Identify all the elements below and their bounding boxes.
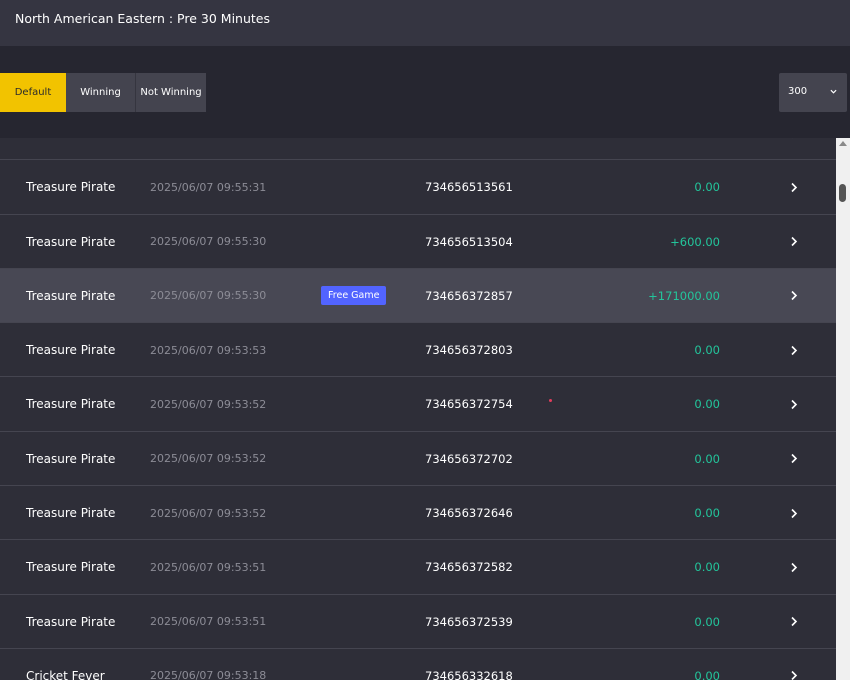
bet-time: 2025/06/07 09:53:52 — [150, 397, 267, 411]
chevron-right-glyph — [791, 454, 798, 464]
table-row[interactable]: Treasure Pirate 2025/06/07 09:53:52 734656… — [0, 377, 836, 432]
chevron-right-glyph — [791, 399, 798, 410]
bet-time: 2025/06/07 09:55:30 — [150, 235, 267, 249]
table-row[interactable]: Treasure Pirate 2025/06/07 09:55:31 734656… — [0, 160, 836, 215]
bet-time: 2025/06/07 09:53:51 — [150, 615, 267, 629]
chevron-right-icon[interactable] — [788, 215, 800, 269]
win-amount: 0.00 — [694, 397, 720, 412]
table-row[interactable]: Treasure Pirate 2025/06/07 09:53:53 734656… — [0, 323, 836, 378]
table-row[interactable]: Treasure Pirate 2025/06/07 09:53:51 734656… — [0, 540, 836, 595]
win-amount: 0.00 — [694, 180, 720, 195]
bet-time: 2025/06/07 09:55:30 — [150, 289, 267, 303]
free-game-badge-cell: Free Game — [321, 269, 387, 323]
game-name: Treasure Pirate — [26, 138, 115, 160]
chevron-right-icon[interactable] — [788, 595, 800, 649]
game-name: Treasure Pirate — [26, 397, 116, 412]
game-name: Treasure Pirate — [26, 451, 116, 466]
win-amount: 0.00 — [694, 668, 720, 680]
win-amount: 0.00 — [694, 560, 720, 575]
chevron-right-icon[interactable] — [788, 486, 800, 540]
bet-id: 734656372754 — [425, 397, 513, 412]
bet-id: 734656372702 — [425, 451, 513, 466]
chevron-right-icon[interactable] — [788, 269, 800, 323]
bet-id: 734656513504 — [425, 234, 513, 249]
win-amount: 0.00 — [694, 614, 720, 629]
bet-id: 734656372803 — [425, 343, 513, 358]
red-dot-marker — [549, 399, 552, 402]
page-title: North American Eastern : Pre 30 Minutes — [15, 11, 270, 26]
game-name: Treasure Pirate — [26, 180, 116, 195]
bet-time: 2025/06/07 09:53:52 — [150, 506, 267, 520]
bet-time: 2025/06/07 09:53:52 — [150, 452, 267, 466]
win-amount: 0.00 — [694, 451, 720, 466]
bet-id: 734656372539 — [425, 614, 513, 629]
game-name: Treasure Pirate — [26, 506, 116, 521]
chevron-right-icon[interactable] — [788, 649, 800, 680]
chevron-right-glyph — [791, 617, 798, 627]
game-name: Treasure Pirate — [26, 234, 116, 249]
chevron-right-icon[interactable] — [788, 323, 800, 377]
chevron-right-glyph — [791, 562, 798, 572]
page-size-select[interactable]: 300 — [779, 73, 847, 112]
win-amount: 0.00 — [694, 343, 720, 358]
table-row[interactable]: Treasure Pirate 2025/06/07 09:55:30 Free G… — [0, 268, 836, 324]
bet-time: 2025/06/07 09:53:18 — [150, 669, 267, 680]
table-row[interactable]: Treasure Pirate 2025/06/07 09:53:51 734656… — [0, 594, 836, 649]
bet-time: 2025/06/07 09:55:31 — [150, 138, 266, 160]
bet-history-list: Treasure Pirate 2025/06/07 09:55:31 734656… — [0, 138, 836, 680]
filter-bar: Default Winning Not Winning 300 — [0, 46, 850, 138]
chevron-down-icon — [830, 89, 837, 94]
tab-not-winning[interactable]: Not Winning — [136, 73, 206, 112]
win-amount: 0.00 — [694, 506, 720, 521]
table-row[interactable]: Treasure Pirate 2025/06/07 09:53:52 734656… — [0, 431, 836, 487]
bet-id: 734656332618 — [425, 668, 513, 680]
chevron-right-icon[interactable] — [788, 377, 800, 431]
table-row[interactable]: Treasure Pirate 2025/06/07 09:55:30 734656… — [0, 214, 836, 269]
chevron-right-glyph — [791, 291, 798, 301]
chevron-right-icon[interactable] — [788, 160, 800, 214]
win-amount: +600.00 — [670, 234, 720, 249]
scrollbar-thumb[interactable] — [839, 184, 846, 202]
free-game-badge: Free Game — [321, 286, 387, 306]
bet-time: 2025/06/07 09:53:53 — [150, 343, 267, 357]
game-name: Treasure Pirate — [26, 560, 116, 575]
win-amount: +171000.00 — [648, 288, 720, 303]
chevron-right-glyph — [791, 508, 798, 518]
page-size-value: 300 — [788, 86, 808, 97]
table-row[interactable]: Treasure Pirate 2025/06/07 09:55:31 734656… — [0, 138, 836, 161]
chevron-right-glyph — [791, 345, 798, 355]
scroll-up-arrow-icon[interactable] — [839, 141, 847, 146]
win-amount: 0.00 — [694, 138, 720, 160]
scrollbar[interactable] — [836, 138, 850, 680]
chevron-right-glyph — [791, 671, 798, 680]
chevron-right-icon[interactable] — [788, 138, 800, 160]
table-row[interactable]: Treasure Pirate 2025/06/07 09:53:52 734656… — [0, 486, 836, 541]
game-name: Treasure Pirate — [26, 343, 116, 358]
bet-id: 734656372857 — [425, 288, 513, 303]
game-name: Cricket Fever — [26, 668, 105, 680]
header-bar: North American Eastern : Pre 30 Minutes — [0, 0, 850, 46]
chevron-right-glyph — [790, 138, 798, 139]
chevron-right-icon[interactable] — [788, 540, 800, 594]
game-name: Treasure Pirate — [26, 614, 116, 629]
bet-history-rows: Treasure Pirate 2025/06/07 09:55:31 734656… — [0, 138, 836, 680]
tab-default[interactable]: Default — [0, 73, 66, 112]
bet-time: 2025/06/07 09:55:31 — [150, 180, 267, 194]
chevron-right-glyph — [791, 237, 798, 247]
bet-id: 734656372582 — [425, 560, 513, 575]
bet-time: 2025/06/07 09:53:51 — [150, 560, 267, 574]
bet-id: 734656513561 — [425, 180, 513, 195]
tab-winning[interactable]: Winning — [66, 73, 136, 112]
game-name: Treasure Pirate — [26, 288, 116, 303]
chevron-right-glyph — [791, 182, 798, 192]
bet-id: 734656372646 — [425, 506, 513, 521]
bet-id: 734656513627 — [425, 138, 513, 160]
table-row[interactable]: Cricket Fever 2025/06/07 09:53:18 73465633… — [0, 648, 836, 680]
chevron-right-icon[interactable] — [788, 432, 800, 486]
